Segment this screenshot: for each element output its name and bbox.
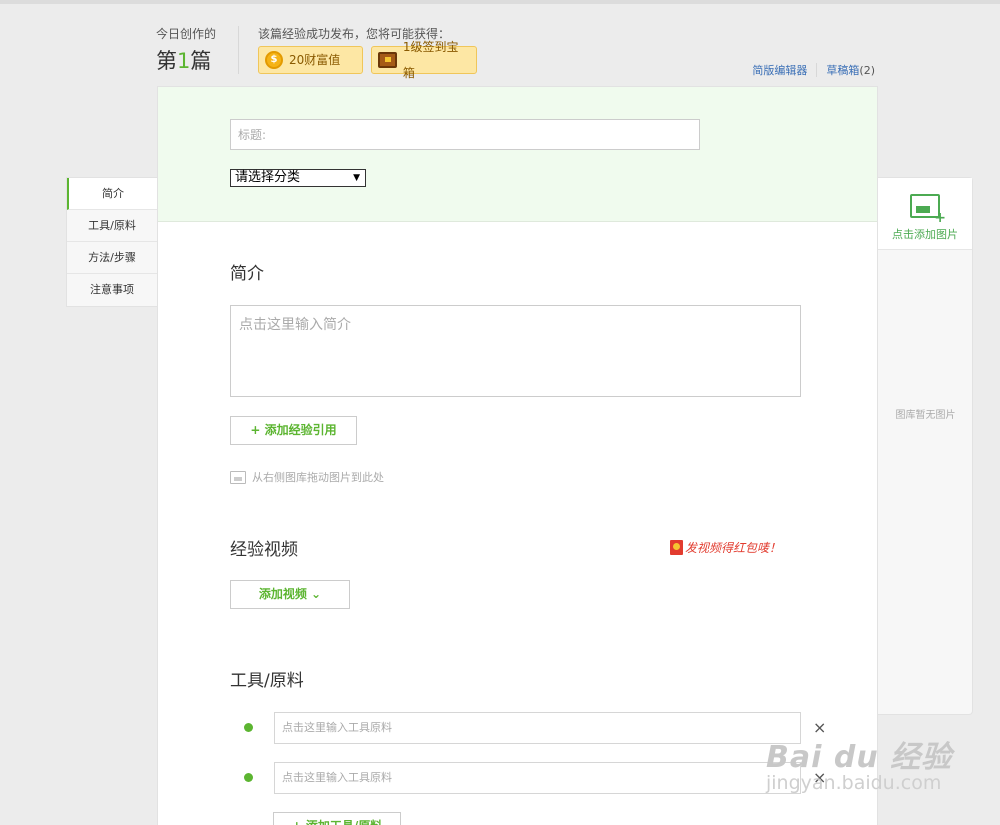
link-separator xyxy=(816,63,818,77)
nav-item-notes[interactable]: 注意事项 xyxy=(67,274,157,306)
category-select[interactable]: 请选择分类 ▼ xyxy=(230,169,366,187)
category-value: 请选择分类 xyxy=(235,170,301,185)
title-area: 请选择分类 ▼ xyxy=(158,87,877,222)
dropdown-arrow-icon: ▼ xyxy=(353,173,360,183)
watermark-main: Bai du 经验 xyxy=(766,740,953,775)
drafts-label: 草稿箱 xyxy=(826,64,860,77)
coin-icon: $ xyxy=(265,51,283,69)
reward-coins-text: 20财富值 xyxy=(289,53,341,67)
intro-textarea[interactable] xyxy=(230,305,801,397)
drag-hint-text: 从右侧图库拖动图片到此处 xyxy=(252,471,384,484)
nav-item-intro[interactable]: 简介 xyxy=(67,178,157,210)
add-image-label: 点击添加图片 xyxy=(892,228,958,241)
tool-row: × xyxy=(230,761,830,794)
drafts-link[interactable]: 草稿箱(2) xyxy=(826,62,875,78)
baidu-watermark: Bai du 经验 jingyan.baidu.com xyxy=(766,732,952,794)
tools-section-title: 工具/原料 xyxy=(230,671,304,691)
treasure-chest-icon xyxy=(378,52,397,68)
video-section-title: 经验视频 xyxy=(230,540,298,560)
image-gallery: 点击添加图片 图库暂无图片 xyxy=(878,177,973,715)
reward-chest-text: 1级签到宝箱 xyxy=(402,40,459,80)
editor-panel: 请选择分类 ▼ 简介 + 添加经验引用 从右侧图库拖动图片到此处 经验视频 发视… xyxy=(157,86,878,825)
tool-input[interactable] xyxy=(274,761,801,794)
add-image-button[interactable]: 点击添加图片 xyxy=(878,178,972,250)
bullet-icon xyxy=(244,773,253,782)
intro-section-title: 简介 xyxy=(230,264,264,284)
header-divider xyxy=(238,26,239,74)
tool-row: × xyxy=(230,711,830,744)
add-image-icon xyxy=(910,194,946,226)
drag-image-hint: 从右侧图库拖动图片到此处 xyxy=(230,469,384,485)
nav-item-tools[interactable]: 工具/原料 xyxy=(67,210,157,242)
watermark-url: jingyan.baidu.com xyxy=(766,772,942,794)
image-icon xyxy=(230,470,246,484)
gallery-empty-text: 图库暂无图片 xyxy=(895,410,956,421)
simple-editor-link[interactable]: 简版编辑器 xyxy=(752,62,807,78)
top-border xyxy=(0,0,1000,4)
video-promo-text: 发视频得红包唛！ xyxy=(684,541,781,555)
reward-coins-badge: $ 20财富值 xyxy=(258,46,363,74)
red-envelope-icon xyxy=(669,540,683,555)
reward-chest-badge: 1级签到宝箱 xyxy=(371,40,477,80)
bullet-icon xyxy=(244,723,253,732)
section-nav: 简介 工具/原料 方法/步骤 注意事项 xyxy=(66,177,157,307)
nav-item-steps[interactable]: 方法/步骤 xyxy=(67,242,157,274)
tool-input[interactable] xyxy=(274,711,801,744)
count-prefix: 第 xyxy=(156,49,177,73)
count-suffix: 篇 xyxy=(190,49,212,73)
today-label: 今日创作的 xyxy=(156,27,217,41)
today-count: 第1篇 xyxy=(156,45,211,75)
add-tool-button[interactable]: + 添加工具/原料 xyxy=(273,812,401,825)
video-promo-link[interactable]: 发视频得红包唛！ xyxy=(669,539,781,556)
add-video-button[interactable]: 添加视频 ⌄ xyxy=(230,580,350,609)
title-input[interactable] xyxy=(230,119,700,150)
drafts-count: (2) xyxy=(859,64,875,77)
add-reference-button[interactable]: + 添加经验引用 xyxy=(230,416,357,445)
count-number: 1 xyxy=(177,49,191,73)
header-links: 简版编辑器 草稿箱(2) xyxy=(752,62,875,78)
